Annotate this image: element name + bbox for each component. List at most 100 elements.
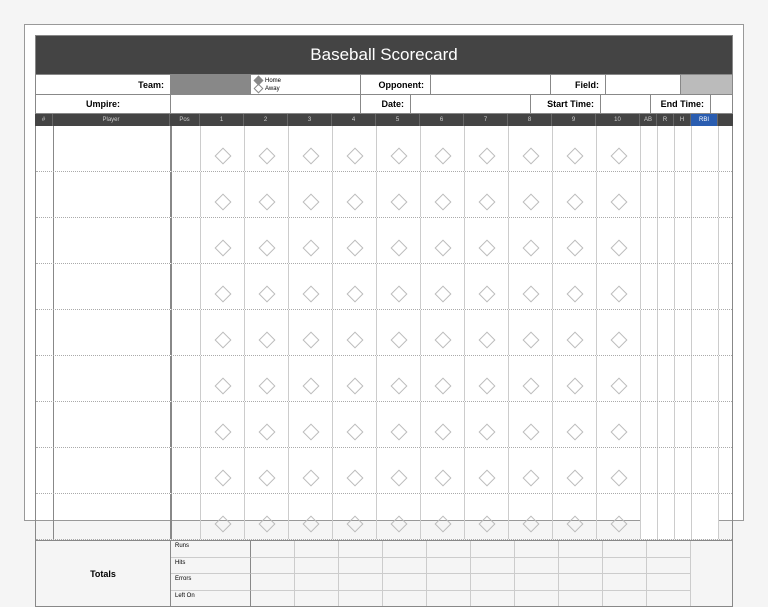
diamond-icon [478,377,495,394]
diamond-icon [566,331,583,348]
player-row[interactable] [36,416,732,448]
diamond-icon [346,331,363,348]
diamond-icon [566,469,583,486]
hdr-pos: Pos [170,114,200,126]
diamond-icon [302,423,319,440]
diamond-icon [522,193,539,210]
diamond-icon [302,147,319,164]
diamond-icon [522,515,539,532]
diamond-icon [478,423,495,440]
hdr-ab: AB [640,114,657,126]
opponent-value[interactable] [431,75,551,94]
diamond-icon [434,423,451,440]
diamond-icon [346,515,363,532]
hdr-inn-5: 5 [376,114,420,126]
diamond-icon [566,423,583,440]
player-row[interactable] [36,356,732,370]
opponent-label: Opponent: [361,75,431,94]
player-row[interactable] [36,462,732,494]
diamond-icon [214,193,231,210]
diamond-icon [434,331,451,348]
player-row[interactable] [36,172,732,186]
diamond-icon [566,377,583,394]
player-row[interactable] [36,494,732,508]
umpire-label: Umpire: [36,95,171,113]
diamond-icon [610,239,627,256]
player-grid [35,126,733,541]
hdr-h: H [674,114,691,126]
diamond-icon [214,423,231,440]
player-row[interactable] [36,310,732,324]
grid-header: # Player Pos 1 2 3 4 5 6 7 8 9 10 AB R H… [35,114,733,126]
start-time-value[interactable] [601,95,651,113]
scorecard-sheet: Baseball Scorecard Team: Home Away Oppon… [24,24,744,521]
diamond-icon [302,469,319,486]
start-time-label: Start Time: [531,95,601,113]
player-row[interactable] [36,278,732,310]
end-time-value[interactable] [711,95,732,113]
player-row[interactable] [36,126,732,140]
umpire-value[interactable] [171,95,361,113]
player-row[interactable] [36,324,732,356]
diamond-icon [434,285,451,302]
diamond-icon [390,239,407,256]
diamond-icon [214,285,231,302]
diamond-icon [302,515,319,532]
hdr-inn-6: 6 [420,114,464,126]
player-row[interactable] [36,232,732,264]
hdr-num: # [35,114,53,126]
diamond-icon [610,331,627,348]
date-value[interactable] [411,95,531,113]
diamond-icon [522,147,539,164]
diamond-icon [390,285,407,302]
player-row[interactable] [36,402,732,416]
player-row[interactable] [36,370,732,402]
diamond-icon [346,469,363,486]
diamond-icon [302,377,319,394]
hdr-inn-4: 4 [332,114,376,126]
hdr-player: Player [53,114,170,126]
diamond-icon [434,193,451,210]
totals-row: Totals Runs Hits Errors Left On [35,541,733,607]
player-row[interactable] [36,140,732,172]
diamond-icon [390,377,407,394]
diamond-icon [566,147,583,164]
diamond-icon [346,377,363,394]
diamond-icon [434,147,451,164]
diamond-icon [434,469,451,486]
player-row[interactable] [36,186,732,218]
totals-errors: Errors [171,574,251,591]
diamond-icon [390,515,407,532]
player-row[interactable] [36,264,732,278]
player-row[interactable] [36,448,732,462]
diamond-icon [258,285,275,302]
end-time-label: End Time: [651,95,711,113]
totals-lefton: Left On [171,591,251,607]
diamond-icon [390,331,407,348]
diamond-icon [346,239,363,256]
diamond-icon [566,285,583,302]
date-label: Date: [361,95,411,113]
legend-home: Home [265,78,281,84]
totals-runs: Runs [171,541,251,558]
diamond-icon [390,423,407,440]
diamond-icon [522,377,539,394]
player-row[interactable] [36,508,732,540]
field-value[interactable] [606,75,681,94]
diamond-icon [258,469,275,486]
diamond-icon [258,239,275,256]
diamond-icon [346,285,363,302]
legend: Home Away [251,75,361,94]
hdr-inn-1: 1 [200,114,244,126]
diamond-icon [434,515,451,532]
diamond-icon [258,377,275,394]
field-label: Field: [551,75,606,94]
diamond-icon [610,515,627,532]
team-value[interactable] [171,75,251,94]
player-row[interactable] [36,218,732,232]
diamond-icon [302,331,319,348]
totals-label: Totals [36,541,171,606]
title-bar: Baseball Scorecard [35,35,733,75]
hdr-inn-3: 3 [288,114,332,126]
diamond-icon [522,469,539,486]
